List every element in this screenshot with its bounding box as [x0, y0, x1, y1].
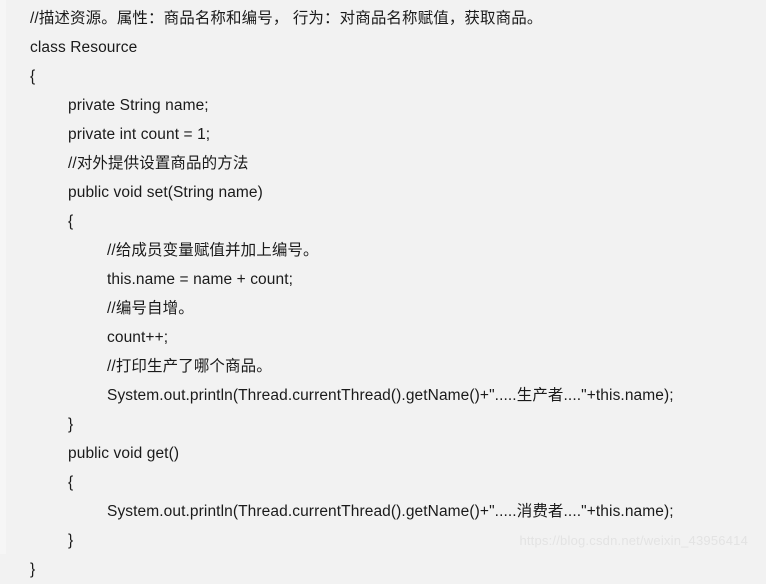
code-snippet-figure: //描述资源。属性：商品名称和编号， 行为：对商品名称赋值，获取商品。 class…: [0, 0, 766, 578]
code-line: private String name;: [68, 97, 209, 114]
code-block: //描述资源。属性：商品名称和编号， 行为：对商品名称赋值，获取商品。 class…: [0, 0, 766, 584]
code-line: {: [30, 68, 36, 85]
code-line: System.out.println(Thread.currentThread(…: [107, 503, 674, 520]
code-line: System.out.println(Thread.currentThread(…: [107, 387, 674, 404]
csdn-blog-watermark: https://blog.csdn.net/weixin_43956414: [519, 533, 748, 548]
code-line: //对外提供设置商品的方法: [68, 155, 249, 172]
code-line: {: [68, 474, 74, 491]
code-line: //描述资源。属性：商品名称和编号， 行为：对商品名称赋值，获取商品。: [30, 10, 543, 27]
code-line: //给成员变量赋值并加上编号。: [107, 242, 319, 259]
code-line: count++;: [107, 329, 169, 346]
code-line: {: [68, 213, 74, 230]
code-line: //编号自增。: [107, 300, 194, 317]
code-line: }: [30, 561, 36, 578]
code-line: public void get(): [68, 445, 180, 462]
code-line: this.name = name + count;: [107, 271, 294, 288]
code-line: }: [68, 416, 74, 433]
code-line: //打印生产了哪个商品。: [107, 358, 272, 375]
code-line: class Resource: [30, 39, 138, 56]
code-line: private int count = 1;: [68, 126, 211, 143]
code-line: public void set(String name): [68, 184, 263, 201]
